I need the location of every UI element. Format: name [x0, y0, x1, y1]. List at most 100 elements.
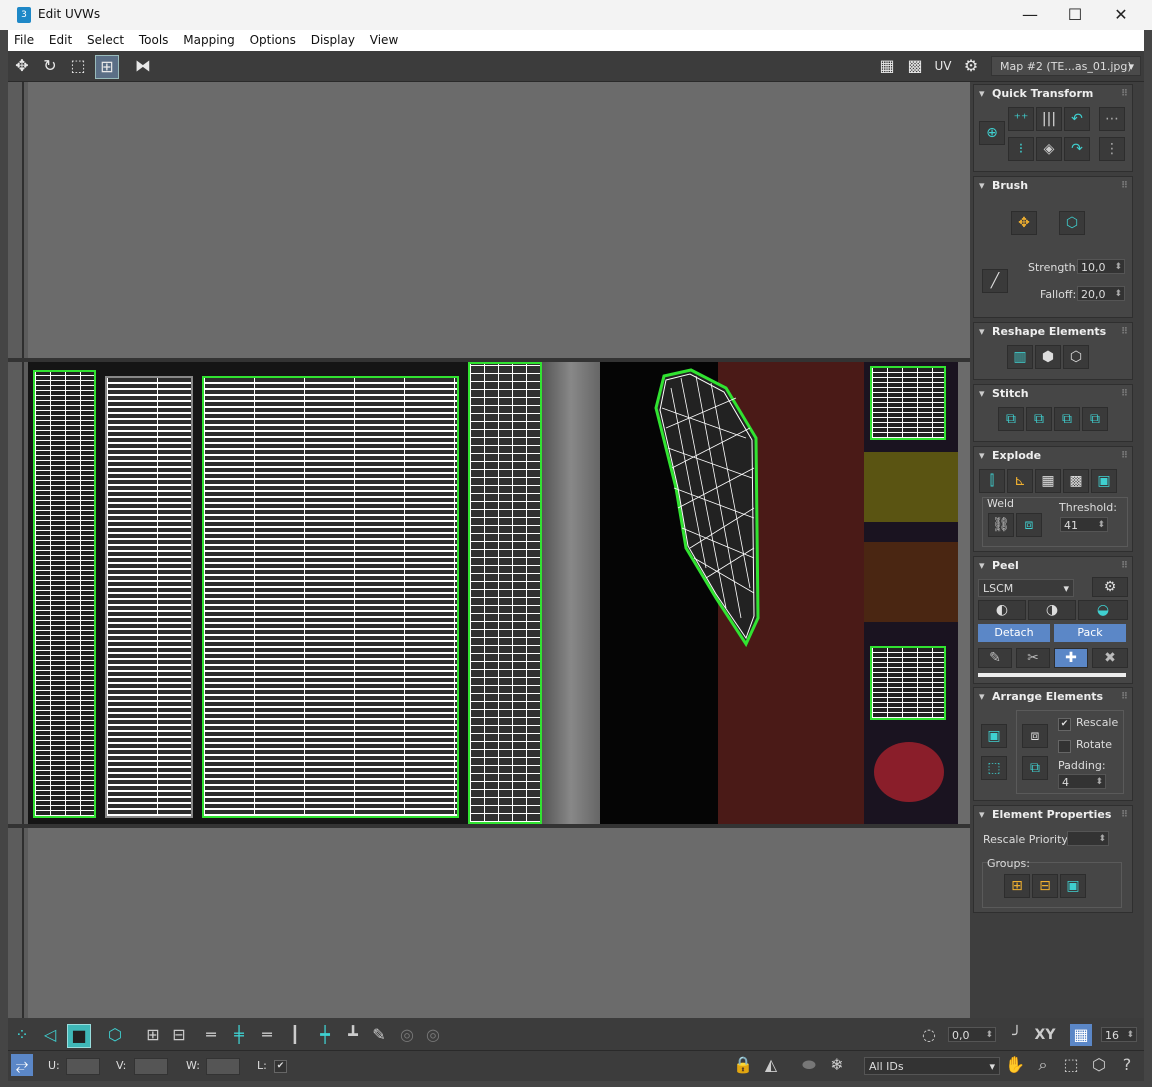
space-horizontal-icon[interactable]: ⋯ [1099, 107, 1125, 131]
group-select-icon[interactable]: ▣ [1060, 874, 1086, 898]
xy-label[interactable]: XY [1034, 1024, 1056, 1046]
straighten-icon[interactable]: ▥ [1007, 345, 1033, 369]
grow-selection-icon[interactable]: ⊞ [142, 1024, 164, 1046]
point-to-point-icon[interactable]: ┻ [342, 1024, 364, 1046]
paint-move-icon[interactable]: ✥ [1011, 211, 1037, 235]
freeform-icon[interactable]: ⊞ [95, 55, 119, 79]
falloff-spinner[interactable]: 20,0 [1077, 286, 1125, 302]
uv-island[interactable] [202, 376, 459, 818]
rotate-ccw-icon[interactable]: ↶ [1064, 107, 1090, 131]
pan-icon[interactable]: ✋ [1004, 1054, 1026, 1076]
rollout-title[interactable]: Explode [974, 447, 1132, 465]
v-field[interactable] [134, 1058, 168, 1075]
threshold-spinner[interactable]: 41 [1060, 517, 1108, 533]
edge-mode-icon[interactable]: ◁ [39, 1024, 61, 1046]
menu-file[interactable]: File [8, 30, 39, 47]
soft-selection-icon[interactable]: ◌ [918, 1024, 940, 1046]
uv-island[interactable] [870, 366, 946, 440]
checker-icon[interactable]: ▦ [876, 55, 898, 77]
help-icon[interactable]: ? [1116, 1054, 1138, 1076]
falloff-type-icon[interactable]: ╯ [1006, 1024, 1028, 1046]
menu-display[interactable]: Display [305, 30, 360, 47]
stitch-average-icon[interactable]: ⧉ [1054, 407, 1080, 431]
relax-cube-icon[interactable]: ⬡ [1063, 345, 1089, 369]
ids-dropdown[interactable]: All IDs ▾ [864, 1057, 1000, 1075]
rotate-cw-icon[interactable]: ↷ [1064, 137, 1090, 161]
rescale-checkbox[interactable]: ✔ [1058, 718, 1071, 731]
l-checkbox[interactable]: ✔ [274, 1060, 287, 1073]
uv-island[interactable] [468, 362, 542, 824]
uv-island[interactable] [33, 370, 96, 818]
lock-icon[interactable]: 🔒 [732, 1054, 754, 1076]
peel-mode-dropdown[interactable]: LSCM ▾ [978, 579, 1074, 597]
padding-spinner[interactable]: 4 [1058, 774, 1106, 790]
flatten-icon[interactable]: ⊾ [1007, 469, 1033, 493]
stitch-source-icon[interactable]: ⧉ [1026, 407, 1052, 431]
filter-selected-icon[interactable]: ◭ [760, 1054, 782, 1076]
rollout-title[interactable]: Reshape Elements [974, 323, 1132, 341]
uv-label[interactable]: UV [932, 55, 954, 77]
uv-island[interactable] [105, 376, 193, 818]
soft-selection-spinner[interactable]: 0,0 [948, 1027, 996, 1043]
paint-select-icon[interactable]: ✎ [368, 1024, 390, 1046]
grid-snap-icon[interactable]: ▦ [1070, 1024, 1092, 1046]
zoom-region-icon[interactable]: ⬚ [1060, 1054, 1082, 1076]
paint-grow-icon[interactable]: ◎ [396, 1024, 418, 1046]
uv-viewport[interactable] [8, 82, 970, 1018]
ring-grow-icon[interactable]: ┃ [284, 1024, 306, 1046]
rescale-priority-spinner[interactable] [1067, 831, 1109, 847]
peel-mode-icon[interactable]: ◑ [1028, 600, 1076, 620]
pack-recursive-icon[interactable]: ⧉ [1022, 756, 1048, 780]
shrink-selection-icon[interactable]: ⊟ [168, 1024, 190, 1046]
strength-spinner[interactable]: 10,0 [1077, 259, 1125, 275]
maximize-button[interactable]: ☐ [1060, 5, 1090, 25]
stitch-target-icon[interactable]: ⧉ [1082, 407, 1108, 431]
group-unlock-icon[interactable]: ⊟ [1032, 874, 1058, 898]
paint-shrink-icon[interactable]: ◎ [422, 1024, 444, 1046]
grid-spinner[interactable]: 16 [1101, 1027, 1137, 1043]
space-vertical-icon[interactable]: ⋮ [1099, 137, 1125, 161]
rotate-checkbox[interactable] [1058, 740, 1071, 753]
pack-button[interactable]: Pack [1054, 624, 1126, 642]
detach-button[interactable]: Detach [978, 624, 1050, 642]
explode-frame-icon[interactable]: ▣ [1091, 469, 1117, 493]
w-field[interactable] [206, 1058, 240, 1075]
u-field[interactable] [66, 1058, 100, 1075]
rollout-title[interactable]: Peel [974, 557, 1132, 575]
menu-edit[interactable]: Edit [43, 30, 77, 47]
stitch-custom-icon[interactable]: ⧉ [998, 407, 1024, 431]
menu-tools[interactable]: Tools [133, 30, 174, 47]
align-vertical-icon[interactable]: ||| [1036, 107, 1062, 131]
pin-icon[interactable]: ✎ [978, 648, 1012, 668]
uv-mesh[interactable] [646, 368, 766, 648]
polygon-mode-icon[interactable]: ■ [67, 1024, 91, 1048]
zoom-extents-icon[interactable]: ⬡ [1088, 1054, 1110, 1076]
checker-texture-icon[interactable]: ▩ [904, 55, 926, 77]
rollout-title[interactable]: Arrange Elements [974, 688, 1132, 706]
loop-grow-icon[interactable]: ╪ [228, 1024, 250, 1046]
rollout-title[interactable]: Element Properties [974, 806, 1132, 824]
rollout-title[interactable]: Quick Transform [974, 85, 1132, 103]
element-mode-icon[interactable]: ⬡ [104, 1024, 126, 1046]
reset-peel-icon[interactable]: ◒ [1078, 600, 1128, 620]
align-horizontal-icon[interactable]: ⁺⁺ [1008, 107, 1034, 131]
rollout-title[interactable]: Stitch [974, 385, 1132, 403]
pack-normalize-icon[interactable]: ▣ [981, 724, 1007, 748]
settings-icon[interactable]: ⚙ [960, 55, 982, 77]
relax-icon[interactable]: ⬢ [1035, 345, 1061, 369]
pivot-icon[interactable]: ⊕ [979, 121, 1005, 145]
mirror-icon[interactable]: ⧓ [132, 55, 154, 77]
select-similar-icon[interactable]: ┿ [314, 1024, 336, 1046]
weld-target-icon[interactable]: ⧈ [1016, 513, 1042, 537]
align-vertical-points-icon[interactable]: ⁝ [1008, 137, 1034, 161]
loop-icon[interactable]: ═ [200, 1024, 222, 1046]
minimize-button[interactable]: — [1015, 5, 1045, 25]
zoom-icon[interactable]: ⌕ [1032, 1054, 1054, 1076]
select-pins-icon[interactable]: ✖ [1092, 648, 1128, 668]
ring-icon[interactable]: ═ [256, 1024, 278, 1046]
weld-selected-icon[interactable]: ⛓ [988, 513, 1014, 537]
menu-view[interactable]: View [364, 30, 403, 47]
break-icon[interactable]: ⫿ [979, 469, 1005, 493]
relax-brush-icon[interactable]: ⬡ [1059, 211, 1085, 235]
close-button[interactable]: ✕ [1106, 5, 1136, 25]
